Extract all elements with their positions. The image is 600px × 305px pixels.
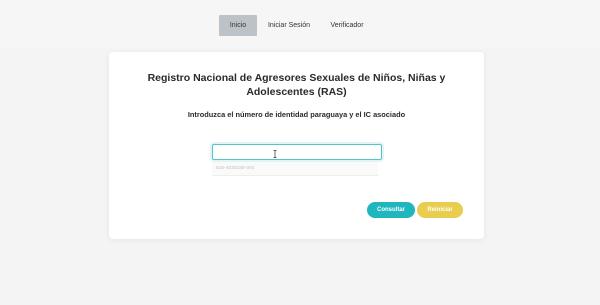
consultar-button[interactable]: Consultar xyxy=(367,202,415,218)
top-navigation: Inicio Iniciar Sesión Verificador xyxy=(0,0,600,48)
search-card: Registro Nacional de Agresores Sexuales … xyxy=(109,52,484,239)
format-hint-text: 016-4030189-004 xyxy=(216,165,255,170)
text-cursor-icon xyxy=(273,150,277,158)
nav-verificador[interactable]: Verificador xyxy=(322,15,372,36)
reiniciar-button[interactable]: Reiniciar xyxy=(417,202,463,218)
identity-number-input[interactable] xyxy=(212,144,382,160)
nav-iniciar-sesion[interactable]: Iniciar Sesión xyxy=(264,15,314,36)
format-hint-box: 016-4030189-004 xyxy=(212,162,378,176)
page-title: Registro Nacional de Agresores Sexuales … xyxy=(147,72,446,98)
nav-inicio[interactable]: Inicio xyxy=(219,15,257,36)
page-subtitle: Introduzca el número de identidad paragu… xyxy=(187,110,406,119)
